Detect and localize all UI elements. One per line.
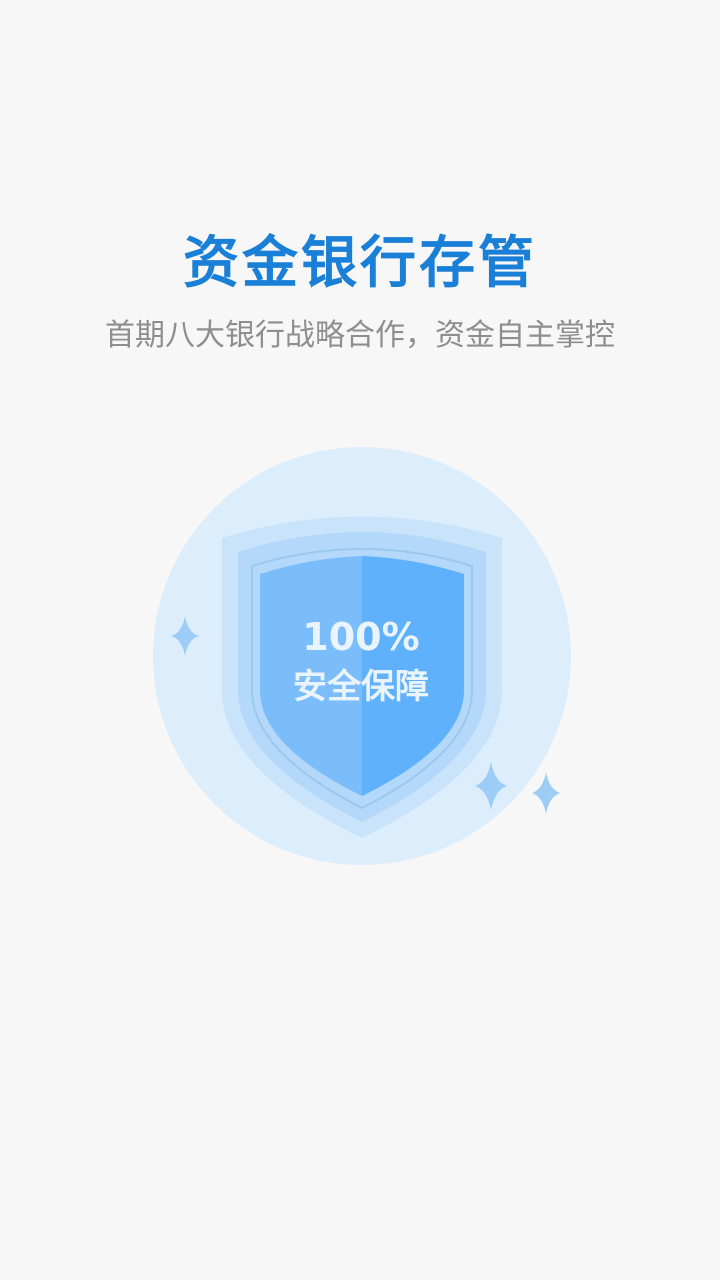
shield-percent-text: 100% [302, 615, 419, 659]
security-illustration: 100% 安全保障 [153, 447, 571, 865]
onboarding-page: 资金银行存管 首期八大银行战略合作，资金自主掌控 100% 安全保障 [0, 0, 720, 1280]
sparkle-small-icon [532, 772, 560, 814]
shield-label-text: 安全保障 [293, 667, 429, 707]
